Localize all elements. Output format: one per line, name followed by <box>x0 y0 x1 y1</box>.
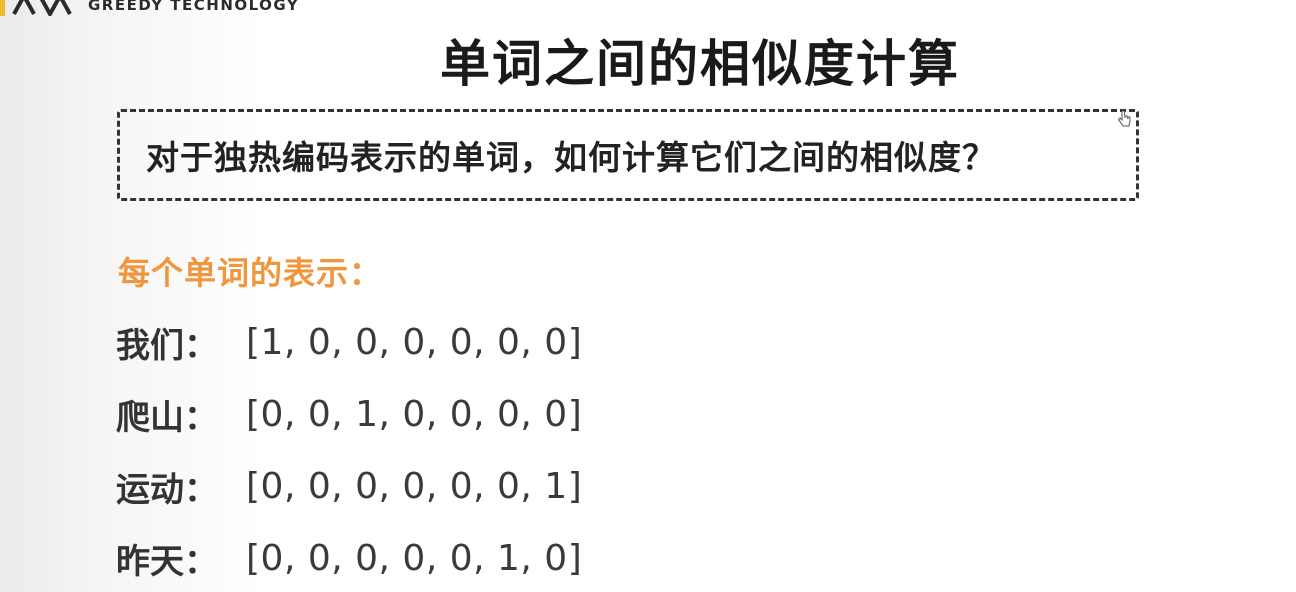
hand-cursor-icon <box>1117 110 1131 128</box>
slide-title: 单词之间的相似度计算 <box>440 35 960 93</box>
word-row-pashan: 爬山： [0, 0, 1, 0, 0, 0, 0] <box>116 390 582 439</box>
word-label: 运动： <box>116 470 218 510</box>
word-vector: [0, 0, 0, 0, 0, 1, 0] <box>246 538 583 579</box>
word-row-yundong: 运动： [0, 0, 0, 0, 0, 0, 1] <box>116 462 582 511</box>
word-vector: [0, 0, 1, 0, 0, 0, 0] <box>246 394 583 435</box>
word-label: 昨天： <box>116 542 218 582</box>
word-vector: [1, 0, 0, 0, 0, 0, 0] <box>246 322 583 363</box>
word-row-zuotian: 昨天： [0, 0, 0, 0, 0, 1, 0] <box>116 534 582 583</box>
word-vector: [0, 0, 0, 0, 0, 0, 1] <box>246 466 583 507</box>
question-text: 对于独热编码表示的单词，如何计算它们之间的相似度？ <box>146 138 996 177</box>
word-label: 我们： <box>116 326 218 366</box>
word-row-women: 我们： [1, 0, 0, 0, 0, 0, 0] <box>116 318 582 367</box>
logo-mark-icon <box>0 0 80 16</box>
question-box: 对于独热编码表示的单词，如何计算它们之间的相似度？ <box>117 109 1139 201</box>
brand-name: GREEDY TECHNOLOGY <box>88 0 300 14</box>
brand-logo: GREEDY TECHNOLOGY <box>0 0 299 16</box>
word-label: 爬山： <box>116 398 218 438</box>
section-heading: 每个单词的表示： <box>118 254 383 292</box>
